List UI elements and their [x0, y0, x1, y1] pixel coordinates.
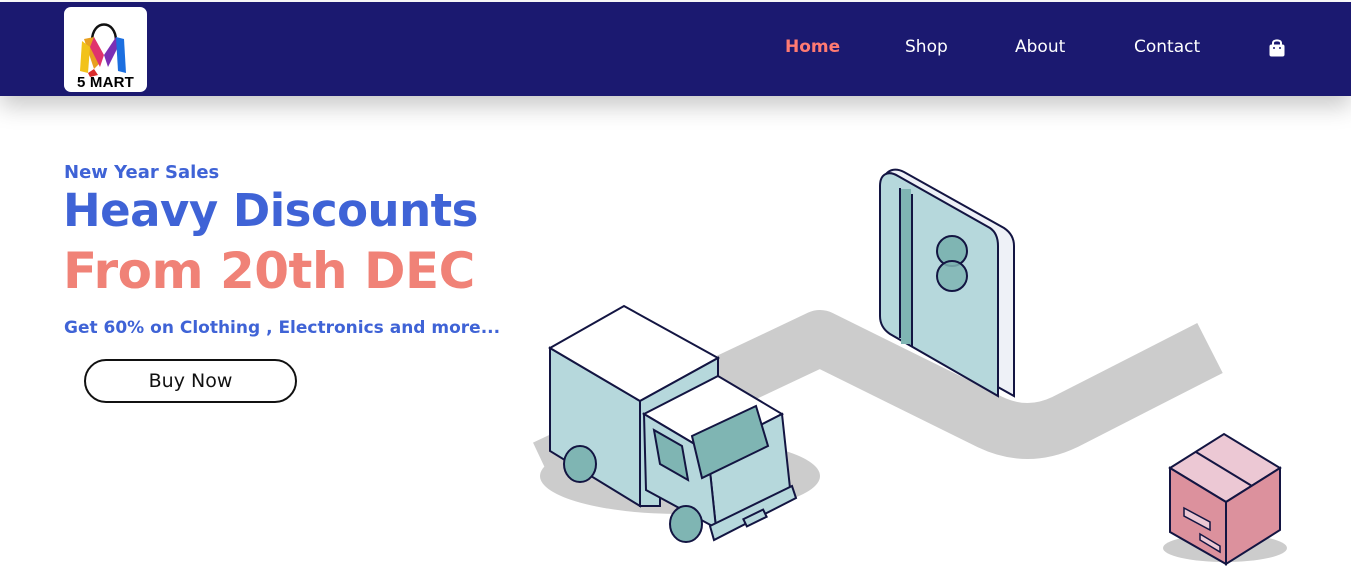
delivery-illustration: [533, 168, 1287, 566]
hero-headline: Heavy Discounts: [63, 184, 478, 237]
hero-kicker: New Year Sales: [64, 162, 220, 183]
nav-link-home[interactable]: Home: [785, 37, 840, 57]
nav-link-shop[interactable]: Shop: [905, 37, 948, 57]
brand-logo[interactable]: 5 MART: [64, 7, 147, 92]
cart-button[interactable]: [1268, 38, 1286, 58]
nav-link-contact[interactable]: Contact: [1134, 37, 1200, 57]
shopping-bag-icon: [1269, 39, 1285, 57]
hero-date-headline: From 20th DEC: [63, 242, 475, 300]
nav-link-about[interactable]: About: [1015, 37, 1065, 57]
brand-name: 5 MART: [76, 74, 135, 91]
hero-offer-text: Get 60% on Clothing , Electronics and mo…: [64, 318, 501, 338]
navbar: 5 MART Home Shop About Contact: [0, 2, 1351, 96]
buy-now-button[interactable]: Buy Now: [84, 359, 297, 403]
